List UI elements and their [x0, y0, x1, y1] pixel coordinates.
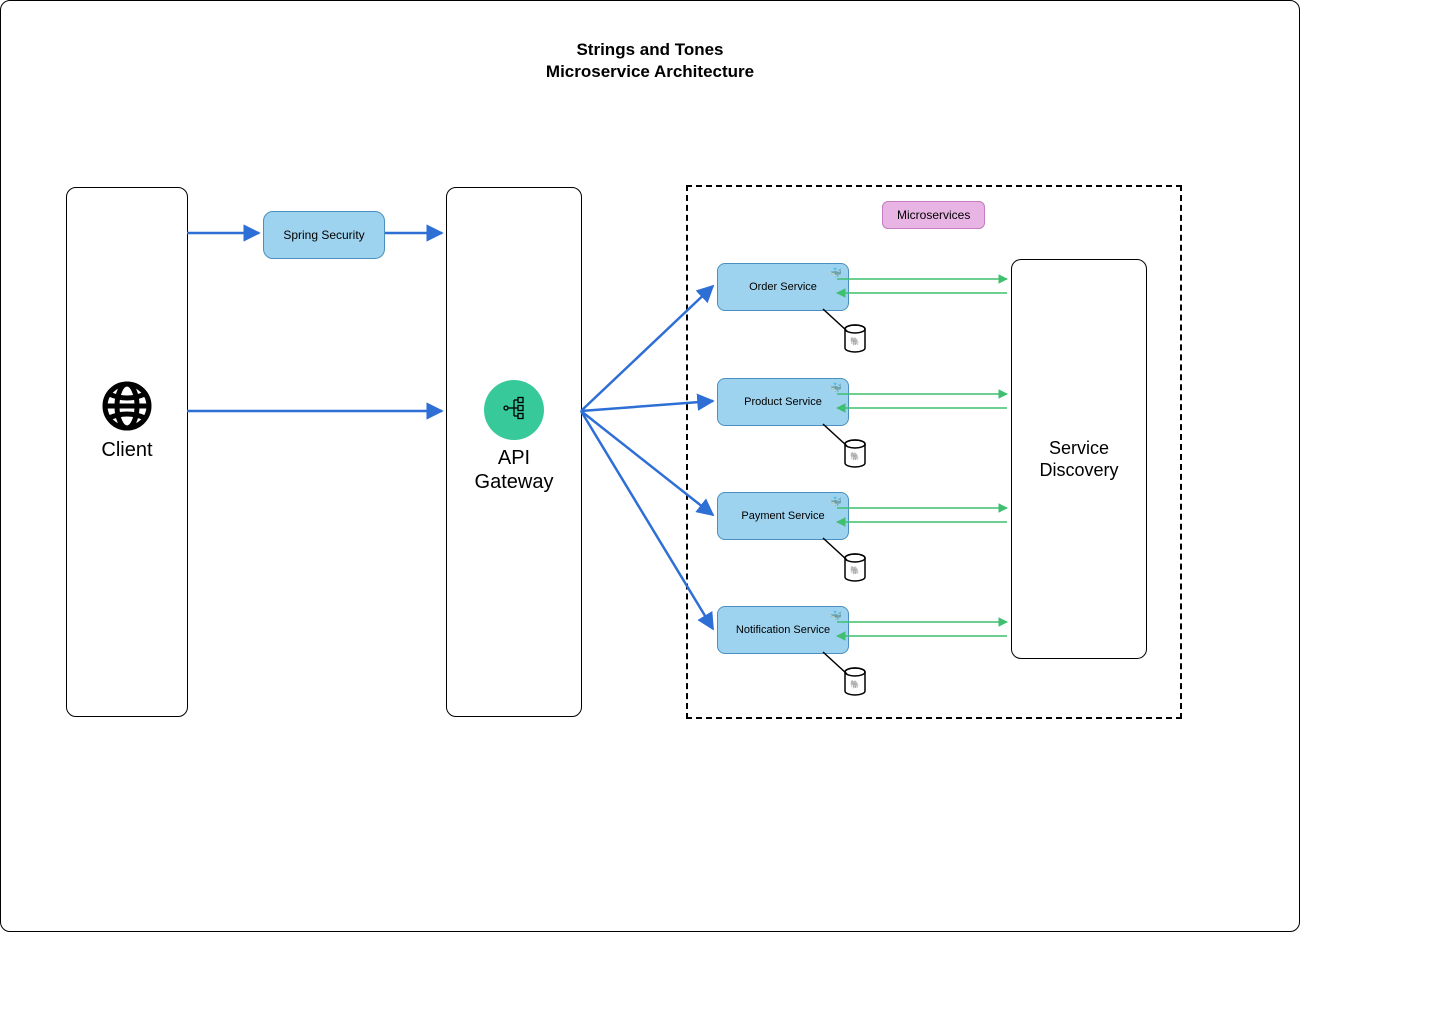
client-label: Client [67, 438, 187, 462]
api-gateway-box: API Gateway [446, 187, 582, 717]
service-label: Notification Service [736, 624, 830, 636]
api-gateway-label: API Gateway [447, 446, 581, 494]
docker-icon: 🐳 [830, 383, 842, 394]
diagram-title: Strings and Tones Microservice Architect… [1, 39, 1299, 83]
microservices-badge: Microservices [882, 201, 985, 229]
docker-icon: 🐳 [830, 611, 842, 622]
service-box-payment: 🐳 Payment Service [717, 492, 849, 540]
service-discovery-box: Service Discovery [1011, 259, 1147, 659]
spring-security-label: Spring Security [283, 228, 364, 242]
svg-text:🐘: 🐘 [850, 680, 860, 689]
sd-label-2: Discovery [1039, 460, 1118, 480]
service-discovery-label: Service Discovery [1039, 437, 1118, 482]
database-icon: 🐘 [843, 553, 867, 583]
service-label: Payment Service [741, 510, 824, 522]
client-box: Client [66, 187, 188, 717]
diagram-canvas: Strings and Tones Microservice Architect… [0, 0, 1300, 932]
database-icon: 🐘 [843, 667, 867, 697]
title-line-1: Strings and Tones [576, 40, 723, 59]
docker-icon: 🐳 [830, 497, 842, 508]
database-icon: 🐘 [843, 439, 867, 469]
service-label: Order Service [749, 281, 817, 293]
service-label: Product Service [744, 396, 822, 408]
service-box-order: 🐳 Order Service [717, 263, 849, 311]
api-gateway-label-1: API [498, 447, 530, 469]
service-box-notification: 🐳 Notification Service [717, 606, 849, 654]
docker-icon: 🐳 [830, 268, 842, 279]
gateway-circle [484, 380, 544, 440]
microservices-badge-label: Microservices [897, 208, 970, 222]
spring-security-box: Spring Security [263, 211, 385, 259]
database-icon: 🐘 [843, 324, 867, 354]
sd-label-1: Service [1049, 438, 1109, 458]
svg-text:🐘: 🐘 [850, 566, 860, 575]
api-gateway-label-2: Gateway [475, 471, 554, 493]
service-box-product: 🐳 Product Service [717, 378, 849, 426]
title-line-2: Microservice Architecture [546, 62, 754, 81]
globe-icon [101, 380, 153, 437]
svg-text:🐘: 🐘 [850, 452, 860, 461]
api-icon [500, 394, 528, 427]
svg-text:🐘: 🐘 [850, 337, 860, 346]
